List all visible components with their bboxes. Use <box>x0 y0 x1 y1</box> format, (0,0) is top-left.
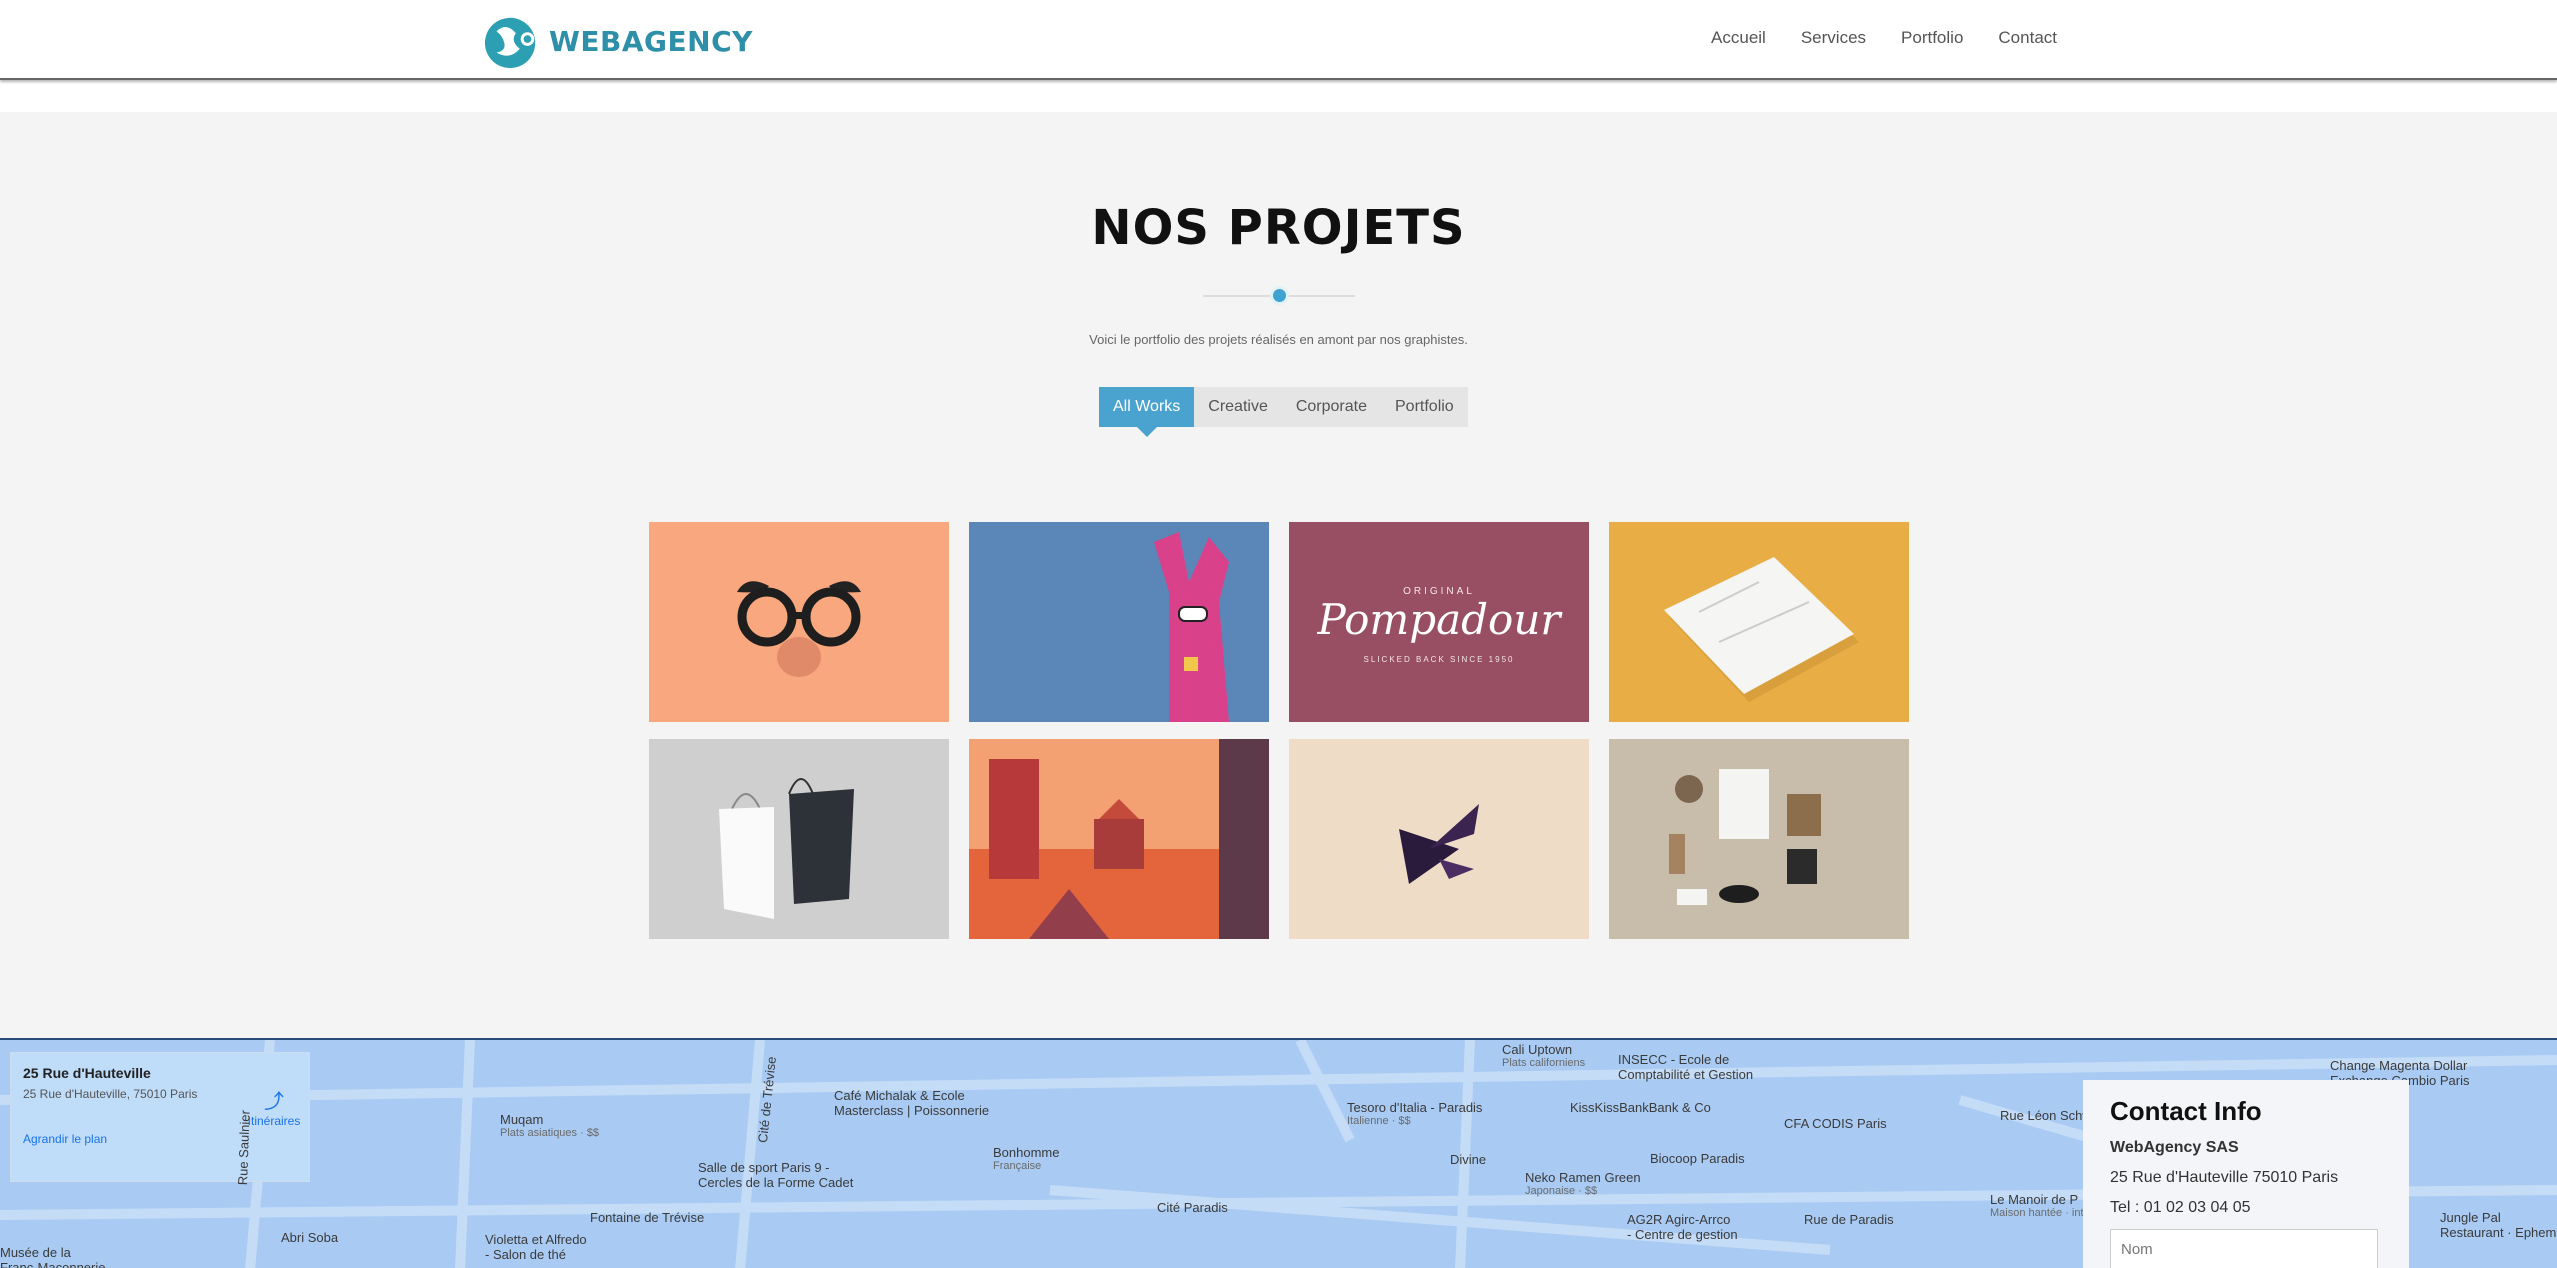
place-title: 25 Rue d'Hauteville <box>23 1065 151 1081</box>
map-label[interactable]: Neko Ramen Green Japonaise · $$ <box>1525 1170 1641 1197</box>
directions-label: Itinéraires <box>247 1114 301 1128</box>
map-label[interactable]: Cité Paradis <box>1157 1200 1228 1215</box>
map-label[interactable]: Bonhomme Française <box>993 1145 1059 1172</box>
nav-portfolio[interactable]: Portfolio <box>1901 28 1963 48</box>
portfolio-item-shopping-bags[interactable] <box>649 739 949 939</box>
rabbit-image <box>969 522 1269 722</box>
map-label[interactable]: Divine <box>1450 1152 1486 1167</box>
map-label[interactable]: Café Michalak & Ecole Masterclass | Poiss… <box>834 1088 989 1118</box>
brand-name: WEBAGENCY <box>549 24 753 58</box>
pompadour-bottom-text: SLICKED BACK SINCE 1950 <box>1364 655 1515 664</box>
portfolio-item-pink-rabbit[interactable] <box>969 522 1269 722</box>
pompadour-main-text: Pompadour <box>1317 595 1564 644</box>
filter-all-works[interactable]: All Works <box>1099 387 1195 437</box>
divider-dot <box>1270 286 1289 305</box>
map-label[interactable]: AG2R Agirc-Arrco - Centre de gestion <box>1627 1212 1738 1242</box>
filter-corporate[interactable]: Corporate <box>1282 387 1381 427</box>
city-image <box>969 739 1269 939</box>
portfolio-item-branding[interactable] <box>1609 739 1909 939</box>
contact-phone: Tel : 01 02 03 04 05 <box>2110 1199 2251 1216</box>
portfolio-item-stationery[interactable] <box>1609 522 1909 722</box>
contact-title: Contact Info <box>2110 1096 2262 1126</box>
map-place-card: 25 Rue d'Hauteville 25 Rue d'Hauteville,… <box>10 1052 310 1182</box>
contact-info-panel: Contact Info WebAgency SAS 25 Rue d'Haut… <box>2083 1080 2409 1268</box>
pompadour-image: ORIGINAL Pompadour SLICKED BACK SINCE 19… <box>1317 586 1564 664</box>
portfolio-item-origami-bird[interactable] <box>1289 739 1589 939</box>
place-address: 25 Rue d'Hauteville, 75010 Paris <box>23 1087 198 1101</box>
main-nav: Accueil Services Portfolio Contact <box>1676 28 2057 48</box>
map-label[interactable]: Le Manoir de P Maison hantée · int... <box>1990 1192 2093 1219</box>
projects-section: NOS PROJETS Voici le portfolio des proje… <box>0 112 2557 1038</box>
filter-creative[interactable]: Creative <box>1194 387 1282 427</box>
map-label[interactable]: Violetta et Alfredo - Salon de thé <box>485 1232 587 1262</box>
map-label[interactable]: Musée de la Franc-Maçonnerie <box>0 1245 106 1268</box>
map-label: Rue Saulnier <box>235 1109 253 1186</box>
map-label[interactable]: Muqam Plats asiatiques · $$ <box>500 1112 599 1139</box>
enlarge-map-link[interactable]: Agrandir le plan <box>23 1132 107 1146</box>
nav-services[interactable]: Services <box>1801 28 1866 48</box>
map-label[interactable]: Jungle Pal Restaurant · Ephem <box>2440 1210 2556 1240</box>
stationery-image <box>1664 557 1859 702</box>
logo[interactable]: WEBAGENCY <box>483 12 753 70</box>
name-field[interactable] <box>2110 1229 2378 1268</box>
glasses-image <box>737 581 861 677</box>
map-label[interactable]: Salle de sport Paris 9 - Cercles de la Fo… <box>698 1160 853 1190</box>
nav-accueil[interactable]: Accueil <box>1711 28 1766 48</box>
portfolio-item-glasses[interactable] <box>649 522 949 722</box>
portfolio-item-pompadour[interactable]: ORIGINAL Pompadour SLICKED BACK SINCE 19… <box>1289 522 1589 722</box>
map-label[interactable]: INSECC - Ecole de Comptabilité et Gestion <box>1618 1052 1753 1082</box>
filter-portfolio[interactable]: Portfolio <box>1381 387 1468 427</box>
bags-image <box>719 778 854 919</box>
section-subtitle: Voici le portfolio des projets réalisés … <box>1089 332 1468 347</box>
header-spacer <box>0 82 2557 112</box>
map-label[interactable]: Rue de Paradis <box>1804 1212 1894 1227</box>
section-title: NOS PROJETS <box>1091 200 1466 256</box>
map-label[interactable]: Abri Soba <box>281 1230 338 1245</box>
map-label[interactable]: Biocoop Paradis <box>1650 1151 1745 1166</box>
logo-icon <box>484 17 536 69</box>
origami-image <box>1399 804 1479 884</box>
site-header: WEBAGENCY Accueil Services Portfolio Con… <box>0 0 2557 80</box>
nav-contact[interactable]: Contact <box>1998 28 2057 48</box>
map-label[interactable]: Fontaine de Trévise <box>590 1210 704 1225</box>
map-label[interactable]: CFA CODIS Paris <box>1784 1116 1887 1131</box>
map-label[interactable]: Cali Uptown Plats californiens <box>1502 1042 1585 1069</box>
map-embed[interactable]: 25 Rue d'Hauteville 25 Rue d'Hauteville,… <box>0 1038 2557 1268</box>
contact-company: WebAgency SAS <box>2110 1139 2239 1156</box>
portfolio-item-city[interactable] <box>969 739 1269 939</box>
portfolio-filters: All Works Creative Corporate Portfolio <box>1099 387 1468 437</box>
branding-image <box>1669 769 1821 905</box>
map-label[interactable]: KissKissBankBank & Co <box>1570 1100 1711 1115</box>
contact-address: 25 Rue d'Hauteville 75010 Paris <box>2110 1169 2339 1186</box>
map-label[interactable]: Tesoro d'Italia - Paradis Italienne · $$ <box>1347 1100 1482 1127</box>
